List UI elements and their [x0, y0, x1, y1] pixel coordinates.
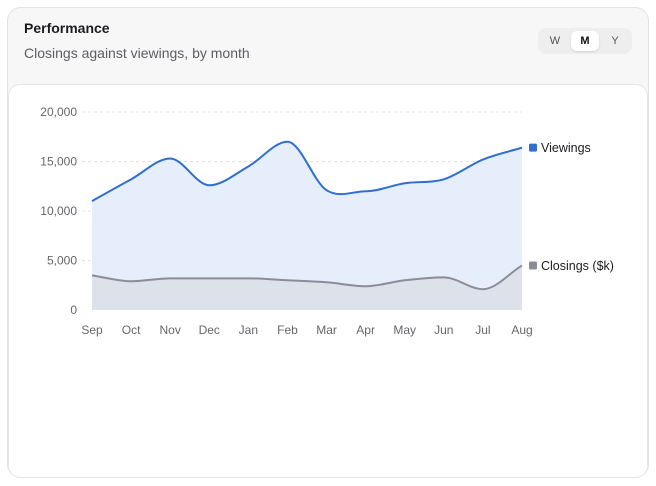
period-week-button[interactable]: W [541, 31, 569, 51]
x-tick-label: Mar [316, 323, 337, 337]
x-tick-label: Aug [511, 323, 532, 337]
x-tick-label: Jun [434, 323, 453, 337]
x-tick-label: Feb [277, 323, 298, 337]
x-tick-label: Dec [199, 323, 220, 337]
legend-closings: Closings ($k) [529, 259, 614, 273]
x-tick-label: Jan [239, 323, 258, 337]
legend-swatch [529, 261, 537, 270]
card-title: Performance [24, 20, 110, 36]
x-tick-label: Jul [475, 323, 490, 337]
y-tick-label: 0 [70, 303, 77, 317]
y-tick-label: 15,000 [40, 155, 77, 169]
x-tick-label: Apr [356, 323, 375, 337]
x-tick-label: Oct [122, 323, 141, 337]
x-tick-label: Nov [160, 323, 181, 337]
legend-viewings: Viewings [529, 141, 591, 155]
chart-panel: 0 5,000 10,000 15,000 20,000 Sep Oct Nov Dec Jan F… [8, 84, 648, 477]
y-tick-label: 20,000 [40, 105, 77, 119]
y-tick-label: 10,000 [40, 204, 77, 218]
y-tick-label: 5,000 [47, 254, 77, 268]
card-header: Performance Closings against viewings, b… [8, 8, 648, 86]
period-year-button[interactable]: Y [601, 31, 629, 51]
x-tick-label: Sep [81, 323, 103, 337]
legend-label: Closings ($k) [541, 259, 614, 273]
performance-chart: 0 5,000 10,000 15,000 20,000 Sep Oct Nov Dec Jan F… [40, 105, 614, 337]
legend-label: Viewings [541, 141, 591, 155]
legend-swatch [529, 143, 537, 152]
performance-card: Performance Closings against viewings, b… [7, 7, 649, 478]
card-subtitle: Closings against viewings, by month [24, 45, 250, 61]
x-tick-label: May [393, 323, 416, 337]
period-toggle: W M Y [538, 28, 632, 54]
period-month-button[interactable]: M [571, 31, 599, 51]
